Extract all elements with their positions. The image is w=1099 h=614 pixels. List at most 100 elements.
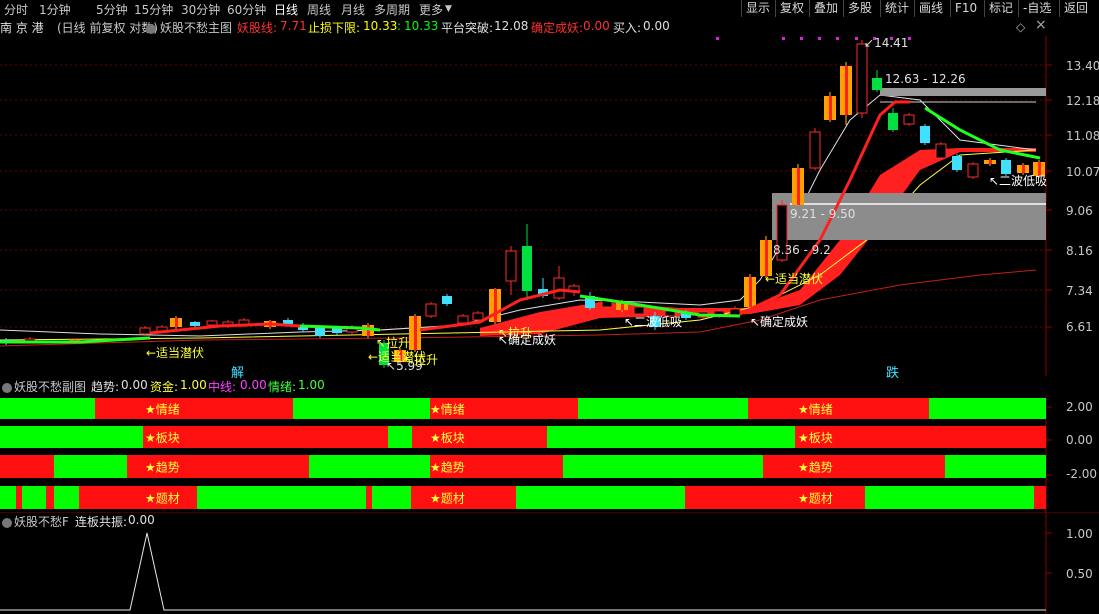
period-weekly[interactable]: 周线 [307, 1, 331, 18]
buy-value: 0.00 [643, 19, 670, 33]
signal-bar-segment [547, 426, 795, 448]
yaoguxian-value: 7.71 [280, 19, 307, 33]
signal-pull-1: ↖拉升 [376, 336, 411, 350]
draw-button[interactable]: 画线 [914, 0, 947, 17]
candle-body-inner [175, 318, 178, 327]
sub2-y-label: 1.00 [1066, 527, 1093, 541]
candle-body-inner [845, 66, 848, 115]
period-fenshi[interactable]: 分时 [4, 1, 28, 18]
marker-die: 跌 [886, 366, 900, 381]
candle-body [139, 327, 151, 335]
stoploss-label: 止损下限: [308, 21, 361, 35]
adjust-button[interactable]: 复权 [775, 0, 808, 17]
range-label-3: 8.36 - 9.2 [773, 243, 831, 257]
period-monthly[interactable]: 月线 [341, 1, 365, 18]
back-button[interactable]: 返回 [1059, 0, 1092, 17]
sub2-value: 0.00 [128, 513, 155, 527]
candle-body [206, 320, 218, 326]
main-indicator-name[interactable]: 妖股不愁主图 [160, 19, 232, 36]
high-zone-box [880, 88, 1046, 96]
signal-bar-segment [578, 398, 748, 419]
signal-second-wave-1: ↖二波低吸 [624, 315, 683, 329]
sub1-title[interactable]: 妖股不愁副图 [14, 378, 86, 395]
signal-pull-2: ↖拉升 [404, 353, 439, 367]
resonance-line [0, 532, 1046, 611]
candle-body-inner [494, 289, 497, 322]
candle-body [967, 163, 979, 178]
period-toolbar: 分时 1分钟 5分钟 15分钟 30分钟 60分钟 日线 周线 月线 多周期 更… [0, 0, 1099, 18]
stoploss-value-1: 10.33 [363, 19, 398, 33]
signal-dot [836, 37, 839, 40]
ribbon-band [480, 148, 1036, 336]
sub1-mood-label: 情绪: [268, 380, 297, 394]
period-1min[interactable]: 1分钟 [39, 1, 71, 18]
range-label-1: 12.63 - 12.26 [885, 72, 966, 86]
candle-body [872, 78, 882, 90]
signal-bar-segment [0, 455, 54, 478]
sub2-resonance-chart[interactable] [0, 512, 1099, 614]
f10-button[interactable]: F10 [950, 0, 981, 17]
signal-bar-segment [0, 398, 95, 419]
statistics-button[interactable]: 统计 [880, 0, 913, 17]
period-30min[interactable]: 30分钟 [181, 1, 220, 18]
period-60min[interactable]: 60分钟 [227, 1, 266, 18]
signal-bar-segment [763, 455, 945, 478]
candle-body [505, 250, 517, 282]
y-label: 12.18 [1066, 94, 1099, 108]
yaoguxian-label: 妖股线: [237, 21, 278, 35]
period-15min[interactable]: 15分钟 [134, 1, 173, 18]
sub1-fund-value: 1.00 [180, 378, 207, 392]
high-price-label: ↙14.41 [864, 36, 909, 50]
pane-close-icon[interactable]: × [1035, 17, 1047, 33]
sub2-title[interactable]: 妖股不愁F [14, 513, 69, 530]
candle-body [553, 277, 565, 299]
period-multi[interactable]: 多周期 [374, 1, 410, 18]
y-label: 8.16 [1066, 244, 1093, 258]
candle-body [472, 312, 484, 321]
candle-body-inner [829, 96, 832, 120]
watchlist-button[interactable]: -自选 [1018, 0, 1055, 17]
sub1-collapse-icon[interactable] [2, 380, 12, 394]
overlay-button[interactable]: 叠加 [809, 0, 842, 17]
signal-latent-1: ←适当潜伏 [146, 346, 205, 360]
main-kline-chart[interactable] [0, 36, 1099, 376]
collapse-icon[interactable] [146, 21, 156, 35]
period-more[interactable]: 更多 [419, 1, 443, 18]
sub2-collapse-icon[interactable] [2, 515, 12, 529]
period-daily[interactable]: 日线 [274, 1, 298, 18]
candle-body [856, 43, 868, 114]
candle-body [920, 126, 930, 143]
sub1-fund-label: 资金: [150, 380, 179, 394]
y-label: 9.06 [1066, 204, 1093, 218]
window-toggle-icon[interactable]: ◇ [1016, 20, 1025, 34]
signal-bar-segment [0, 486, 16, 509]
row-label: ★题材 [430, 492, 465, 506]
sub1-signal-bars[interactable]: ★情绪 ★情绪 ★情绪 ★板块 ★板块 ★板块 ★趋势 ★趋势 ★趋势 ★题材 ★题材 ★题材 [0, 396, 1099, 512]
chart-mode: (日线 前复权 对数) [57, 21, 158, 35]
range-label-2: 9.21 - 9.50 [790, 207, 856, 221]
more-dropdown-icon[interactable]: ▼ [445, 4, 452, 14]
stoploss-separator: : [397, 19, 402, 33]
signal-dot [818, 37, 821, 40]
row-label: ★情绪 [430, 403, 465, 417]
sub1-bars-group: ★情绪 ★情绪 ★情绪 ★板块 ★板块 ★板块 ★趋势 ★趋势 ★趋势 ★题材 ★题材 ★题材 [0, 398, 1052, 509]
mark-button[interactable]: 标记 [984, 0, 1017, 17]
sub1-mid-label: 中线: [208, 380, 237, 394]
row-label: ★板块 [145, 431, 180, 445]
sub1-trend-value: 0.00 [121, 378, 148, 392]
y-label: 10.07 [1066, 165, 1099, 179]
row-label: ★情绪 [798, 403, 833, 417]
signal-confirm-1: ↖确定成妖 [498, 333, 557, 347]
signal-bar-segment [16, 486, 22, 509]
multi-stock-button[interactable]: 多股 [843, 0, 876, 17]
platform-value: 12.08 [494, 19, 529, 33]
signal-dot [908, 37, 911, 40]
sub1-y-label: 0.00 [1066, 433, 1093, 447]
period-5min[interactable]: 5分钟 [96, 1, 128, 18]
confirm-value: 0.00 [583, 19, 610, 33]
confirm-label: 确定成妖: [531, 21, 584, 35]
candle-body [935, 143, 947, 159]
sub2-label: 连板共振: [75, 515, 128, 529]
display-button[interactable]: 显示 [741, 0, 774, 17]
y-label: 7.34 [1066, 284, 1093, 298]
